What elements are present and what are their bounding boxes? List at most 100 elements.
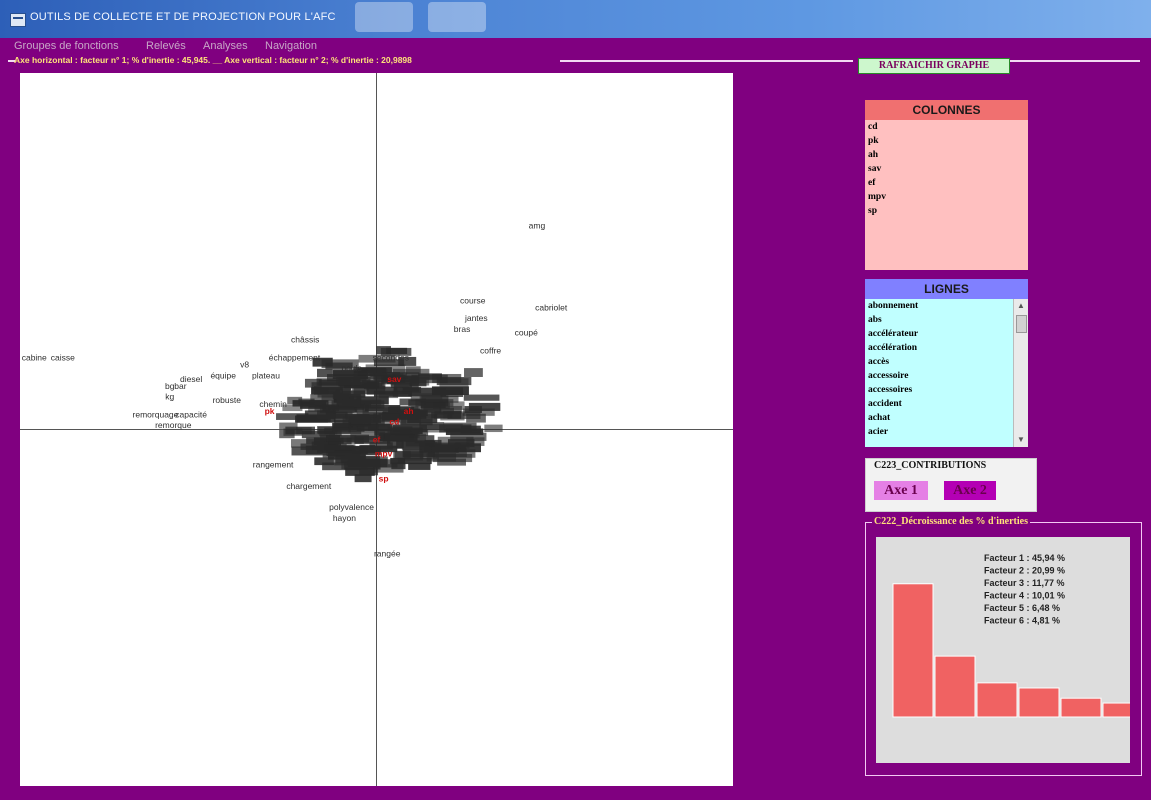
app-icon[interactable] (10, 13, 26, 27)
titlebar-glow (355, 2, 413, 32)
menu-bar: Groupes de fonctions Relevés Analyses Na… (0, 38, 1151, 55)
inertia-bar (976, 682, 1018, 718)
row-point-label[interactable]: poids (341, 363, 361, 373)
row-point-label[interactable]: hayon (333, 513, 356, 523)
title-bar[interactable]: OUTILS DE COLLECTE ET DE PROJECTION POUR… (0, 0, 1151, 38)
row-point-label[interactable]: cabriolet (535, 303, 568, 313)
row-point-label[interactable]: bg (165, 381, 175, 391)
cluster-mark (348, 424, 379, 433)
lignes-list-item[interactable]: accident (865, 397, 1014, 411)
cluster-mark (305, 445, 323, 455)
contributions-panel: C223_CONTRIBUTIONS Axe 1 Axe 2 (865, 458, 1037, 512)
scroll-down-icon[interactable]: ▼ (1014, 433, 1028, 447)
inertia-chart: Facteur 1 : 45,94 % Facteur 2 : 20,99 % Fa… (876, 537, 1130, 763)
colonnes-list-item[interactable]: cd (865, 120, 1028, 134)
cluster-mark (354, 474, 372, 483)
colonnes-list[interactable]: cd pk ah sav ef mpv sp (865, 120, 1028, 270)
row-point-label[interactable]: kg (165, 392, 174, 402)
lignes-list[interactable]: abonnement abs accélérateur accélération acc… (865, 299, 1014, 447)
lignes-title: LIGNES (865, 279, 1028, 299)
row-point-label[interactable]: chargement (286, 481, 332, 491)
lignes-list-item[interactable]: accessoire (865, 369, 1014, 383)
lignes-list-item[interactable]: accessoires (865, 383, 1014, 397)
column-point-label[interactable]: cd (389, 417, 399, 427)
row-point-label[interactable]: jantes (464, 313, 488, 323)
row-point-label[interactable]: capacité (175, 409, 207, 419)
row-point-label[interactable]: rangée (374, 549, 401, 559)
row-point-label[interactable]: v8 (240, 360, 249, 370)
scroll-up-icon[interactable]: ▲ (1014, 299, 1028, 313)
cluster-mark (351, 446, 368, 454)
row-point-label[interactable]: robuste (213, 395, 242, 405)
cluster-mark (279, 422, 298, 430)
colonnes-list-item[interactable]: ef (865, 176, 1028, 190)
row-point-label[interactable]: remorque (155, 420, 192, 430)
axe-1-button[interactable]: Axe 1 (874, 481, 928, 500)
colonnes-list-item[interactable]: pk (865, 134, 1028, 148)
column-point-label[interactable]: pk (265, 406, 275, 416)
colonnes-list-item[interactable]: mpv (865, 190, 1028, 204)
menu-releves[interactable]: Relevés (146, 40, 186, 52)
inertia-panel: C222_Décroissance des % d'inerties Facte… (865, 516, 1142, 776)
cluster-mark (460, 425, 481, 434)
row-point-label[interactable]: coffre (480, 345, 501, 355)
lignes-scrollbar[interactable]: ▲ ▼ (1013, 299, 1028, 447)
colonnes-panel: COLONNES cd pk ah sav ef mpv sp (865, 100, 1028, 270)
axe-2-button[interactable]: Axe 2 (944, 481, 996, 500)
cluster-mark (463, 394, 500, 401)
row-point-label[interactable]: plateau (252, 370, 280, 380)
row-point-label[interactable]: équipe (210, 370, 236, 380)
row-point-label[interactable]: cabine (22, 352, 47, 362)
lignes-list-item[interactable]: accélération (865, 341, 1014, 355)
label-cluster (276, 346, 503, 483)
scatter-plot: amg course cabriolet jantesbras coupé coffre c… (20, 73, 733, 786)
cluster-mark (296, 427, 312, 435)
column-point-label[interactable]: sav (387, 374, 401, 384)
inertia-bar-chart: Facteur 1 : 45,94 % Facteur 2 : 20,99 % Fa… (892, 553, 1130, 718)
row-point-label[interactable]: secondes (373, 352, 409, 362)
cluster-mark (436, 377, 472, 386)
contributions-title: C223_CONTRIBUTIONS (874, 460, 987, 471)
colonnes-list-item[interactable]: ah (865, 148, 1028, 162)
inertia-bar (1102, 702, 1130, 718)
row-point-label[interactable]: bras (454, 324, 471, 334)
column-point-label[interactable]: ef (373, 434, 381, 444)
cluster-mark (413, 409, 428, 417)
lignes-list-item[interactable]: accès (865, 355, 1014, 369)
cluster-mark (362, 380, 383, 387)
row-point-label[interactable]: course (460, 295, 486, 305)
axis-info: Axe horizontal : facteur n° 1; % d'inert… (14, 55, 412, 65)
row-point-label[interactable]: bar (174, 381, 186, 391)
cluster-mark (314, 457, 334, 466)
colonnes-list-item[interactable]: sp (865, 204, 1028, 218)
row-point-label[interactable]: amg (529, 221, 546, 231)
row-point-label[interactable]: polyvalence (329, 502, 374, 512)
colonnes-list-item[interactable]: sav (865, 162, 1028, 176)
inertia-value-label: Facteur 5 : 6,48 % (984, 603, 1060, 613)
menu-navigation[interactable]: Navigation (265, 40, 317, 52)
column-point-label[interactable]: mpv (375, 449, 393, 459)
row-point-label[interactable]: rangement (253, 459, 294, 469)
menu-groupes-de-fonctions[interactable]: Groupes de fonctions (14, 40, 119, 52)
cluster-mark (353, 385, 386, 395)
row-point-label[interactable]: caisse (51, 352, 75, 362)
refresh-graph-button[interactable]: RAFRAICHIR GRAPHE (858, 58, 1010, 74)
lignes-list-item[interactable]: acier (865, 425, 1014, 439)
cluster-mark (336, 400, 365, 408)
cluster-mark (317, 368, 333, 378)
inertia-value-label: Facteur 6 : 4,81 % (984, 616, 1060, 626)
lignes-list-item[interactable]: achat (865, 411, 1014, 425)
lignes-list-item[interactable]: accélérateur (865, 327, 1014, 341)
lignes-list-item[interactable]: abs (865, 313, 1014, 327)
colonnes-title: COLONNES (865, 100, 1028, 120)
row-point-label[interactable]: châssis (291, 335, 319, 345)
afc-factor-map[interactable]: amg course cabriolet jantes bras coupé coffre c… (20, 73, 733, 786)
scroll-thumb[interactable] (1016, 315, 1027, 333)
lignes-list-item[interactable]: abonnement (865, 299, 1014, 313)
column-point-label[interactable]: sp (379, 474, 389, 484)
row-point-label[interactable]: coupé (515, 327, 538, 337)
row-point-label[interactable]: échappement (269, 352, 321, 362)
menu-analyses[interactable]: Analyses (203, 40, 248, 52)
row-point-label[interactable]: remorquage (133, 409, 179, 419)
column-point-label[interactable]: ah (404, 406, 414, 416)
